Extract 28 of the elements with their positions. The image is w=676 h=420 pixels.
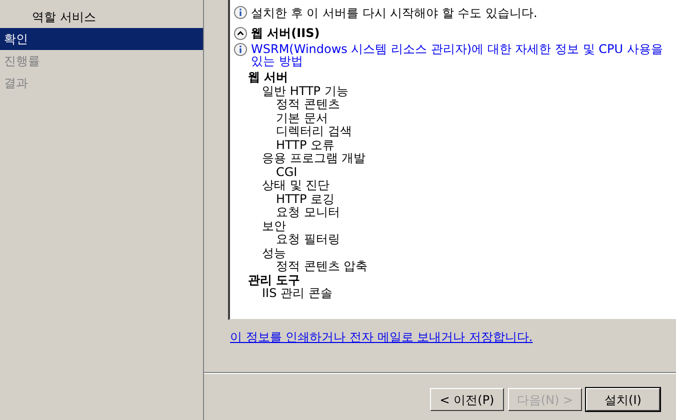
info-icon	[234, 6, 247, 19]
tree-item: 정적 콘텐츠 압축	[275, 260, 369, 274]
tree-item: 디렉터리 검색	[275, 125, 353, 138]
wizard-button[interactable]: 설치(I)	[586, 388, 660, 411]
tree-item: CGI	[275, 166, 298, 179]
tree-item: 정적 콘텐츠	[275, 98, 341, 112]
wizard-button[interactable]: < 이전(P)	[430, 388, 504, 411]
tree-item: 요청 모니터	[275, 206, 341, 220]
notice-text: 설치한 후 이 서버를 다시 시작해야 할 수도 있습니다.	[251, 4, 538, 22]
section-title: 웹 서버(IIS)	[251, 25, 320, 42]
info-icon	[234, 43, 247, 56]
tree-item: HTTP 오류	[275, 138, 336, 152]
tree-item: 관리 도구	[248, 274, 302, 287]
sidebar-item[interactable]: 역할 서비스	[0, 6, 203, 28]
tree-item: 웹 서버	[248, 71, 290, 84]
tree-item: 성능	[261, 246, 287, 260]
info-link[interactable]: WSRM(Windows 시스템 리소스 관리자)에 대한 자세한 정보 및 CPU 사용을 있는 방법	[251, 43, 663, 67]
sidebar-item[interactable]: 확인	[0, 28, 203, 50]
tree-item: 응용 프로그램 개발	[261, 152, 367, 166]
tree-item: IIS 관리 콘솔	[261, 287, 334, 300]
tree-item: 일반 HTTP 기능	[261, 84, 350, 98]
tree-item: 상태 및 진단	[261, 179, 331, 192]
tree-item: 보안	[261, 220, 287, 233]
print-link[interactable]: 이 정보를 인쇄하거나 전자 메일로 보내거나 저장합니다.	[230, 330, 533, 344]
tree-item: 요청 필터링	[275, 233, 341, 246]
tree-item: 기본 문서	[275, 112, 329, 125]
collapse-icon[interactable]	[234, 26, 247, 40]
tree-item: HTTP 로깅	[275, 192, 336, 206]
